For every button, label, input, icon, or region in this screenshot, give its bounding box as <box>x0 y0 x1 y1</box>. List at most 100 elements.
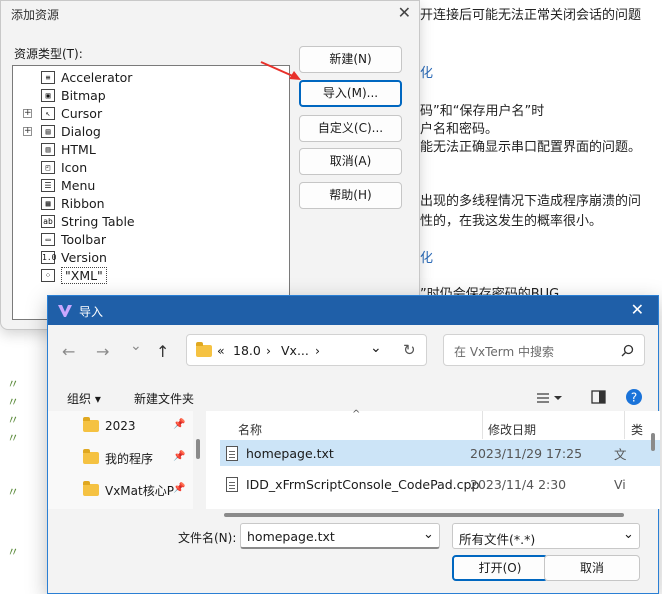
tree-item[interactable]: ☰ Menu <box>13 176 95 194</box>
filename-input[interactable]: homepage.txt ⌄ <box>240 523 440 549</box>
cancel-button[interactable]: 取消 <box>544 555 640 581</box>
background-text-line: 码”和“保存用户名”时 <box>420 104 545 119</box>
nav-item-label: 我的程序 <box>105 451 154 466</box>
tree-item-label: String Table <box>61 213 135 229</box>
tree-item[interactable]: ab String Table <box>13 212 135 230</box>
tree-item[interactable]: + ↖ Cursor <box>13 104 102 122</box>
file-type: Vi <box>614 476 626 492</box>
nav-item[interactable]: 2023 <box>83 414 136 438</box>
column-divider <box>482 411 483 439</box>
tree-item-label: Ribbon <box>61 195 105 211</box>
resource-type-icon: ▤ <box>41 124 55 138</box>
address-segment-1[interactable]: 18.0 <box>233 343 261 358</box>
resource-type-icon: ab <box>41 214 55 228</box>
chevron-down-icon[interactable]: ⌄ <box>423 527 434 542</box>
chevron-down-icon[interactable]: ⌄ <box>370 340 382 356</box>
tree-item[interactable]: ▦ Ribbon <box>13 194 105 212</box>
file-row[interactable]: IDD_xFrmScriptConsole_CodePad.cpp 2023/11… <box>220 471 660 497</box>
gutter-mark: 〃 <box>7 485 20 499</box>
nav-item[interactable]: VxMat核心P <box>83 478 174 502</box>
gutter-mark: 〃 <box>7 413 20 427</box>
horizontal-scrollbar[interactable] <box>224 513 624 517</box>
resource-type-icon: ▥ <box>41 142 55 156</box>
help-button[interactable]: 帮助(H) <box>299 182 402 209</box>
custom-button[interactable]: 自定义(C)... <box>299 115 402 142</box>
forward-icon[interactable]: → <box>96 342 109 361</box>
import-dialog: 导入 ✕ ← → ⌄ ↑ « 18.0 › Vx... › ⌄ ↻ 在 VxTe… <box>47 295 660 594</box>
resource-type-tree[interactable]: ≡ Accelerator ▣ Bitmap + ↖ Cursor + ▤ Dialog ▥ HTML… <box>12 65 290 320</box>
tree-item[interactable]: ▣ Bitmap <box>13 86 106 104</box>
search-icon[interactable] <box>621 344 634 357</box>
file-type-value: 所有文件(*.*) <box>459 532 536 547</box>
scrollbar[interactable] <box>196 439 200 459</box>
tree-item[interactable]: ≡ Accelerator <box>13 68 132 86</box>
new-folder-button[interactable]: 新建文件夹 <box>134 390 194 407</box>
tree-item[interactable]: ▭ Toolbar <box>13 230 106 248</box>
file-date: 2023/11/4 2:30 <box>470 476 567 492</box>
tree-item-label: Bitmap <box>61 87 106 103</box>
column-divider <box>624 411 625 439</box>
organize-button[interactable]: 组织 ▾ <box>67 390 101 407</box>
tree-item-label: Cursor <box>61 105 103 121</box>
resource-type-icon: ↖ <box>41 106 55 120</box>
pin-icon[interactable]: 📌 <box>173 419 185 430</box>
recent-locations-icon[interactable]: ⌄ <box>130 338 142 354</box>
add-resource-dialog: 添加资源 ✕ 资源类型(T): ≡ Accelerator ▣ Bitmap + ↖ Cur… <box>0 0 420 330</box>
pin-icon[interactable]: 📌 <box>173 451 185 462</box>
view-options-icon[interactable] <box>537 392 563 404</box>
refresh-icon[interactable]: ↻ <box>403 341 416 359</box>
file-icon <box>226 476 238 492</box>
address-segment-2[interactable]: Vx... <box>281 343 309 358</box>
help-icon[interactable]: ? <box>625 388 643 406</box>
tree-item[interactable]: + ▤ Dialog <box>13 122 101 140</box>
back-icon[interactable]: ← <box>62 342 75 361</box>
address-bar[interactable]: « 18.0 › Vx... › ⌄ ↻ <box>186 334 427 366</box>
close-icon[interactable]: ✕ <box>398 3 411 22</box>
pin-icon[interactable]: 📌 <box>173 483 185 494</box>
chevron-down-icon[interactable]: ⌄ <box>623 527 634 542</box>
address-separator: › <box>266 343 271 358</box>
search-input[interactable]: 在 VxTerm 中搜索 <box>443 334 645 366</box>
preview-pane-icon[interactable] <box>591 390 606 404</box>
new-button[interactable]: 新建(N) <box>299 46 402 73</box>
address-overflow[interactable]: « <box>217 343 225 358</box>
background-text-line: 化 <box>420 66 434 81</box>
open-button[interactable]: 打开(O) <box>452 555 548 581</box>
file-name: IDD_xFrmScriptConsole_CodePad.cpp <box>246 476 480 492</box>
background-text-line: 出现的多线程情况下造成程序崩溃的问 <box>420 194 642 209</box>
column-header-name[interactable]: 名称 <box>238 421 262 438</box>
cancel-button[interactable]: 取消(A) <box>299 148 402 175</box>
address-separator: › <box>315 343 320 358</box>
tree-item-label: Toolbar <box>61 231 107 247</box>
scrollbar[interactable] <box>651 433 655 451</box>
gutter-mark: 〃 <box>7 545 20 559</box>
background-text-line: 户名和密码。 <box>420 122 499 137</box>
file-type-select[interactable]: 所有文件(*.*) ⌄ <box>452 523 640 549</box>
tree-item-label: "XML" <box>61 266 107 284</box>
file-row[interactable]: homepage.txt 2023/11/29 17:25 文 <box>220 440 660 466</box>
filename-label: 文件名(N): <box>178 531 237 545</box>
column-header-date[interactable]: 修改日期 <box>488 421 536 438</box>
folder-icon <box>83 481 99 496</box>
folder-icon <box>83 417 99 432</box>
expand-icon[interactable]: + <box>23 108 32 118</box>
nav-item-label: 2023 <box>105 419 136 433</box>
dialog-title: 导入 <box>79 305 104 319</box>
resource-type-icon: 1.0 <box>41 250 57 264</box>
import-button[interactable]: 导入(M)... <box>299 80 402 107</box>
nav-item[interactable]: 我的程序 <box>83 446 153 470</box>
expand-icon[interactable]: + <box>23 126 32 136</box>
tree-item[interactable]: ⁘ "XML" <box>13 266 107 284</box>
tree-item-label: Menu <box>61 177 96 193</box>
close-icon[interactable]: ✕ <box>631 300 644 319</box>
column-header-type[interactable]: 类 <box>631 421 643 438</box>
filename-value: homepage.txt <box>247 529 335 544</box>
title-bar: 导入 ✕ <box>48 296 658 325</box>
background-text-line: 开连接后可能无法正常关闭会话的问题 <box>420 8 642 23</box>
tree-item[interactable]: ▥ HTML <box>13 140 96 158</box>
up-icon[interactable]: ↑ <box>156 342 169 361</box>
tree-item[interactable]: 1.0 Version <box>13 248 107 266</box>
file-name: homepage.txt <box>246 445 334 461</box>
tree-item[interactable]: ◰ Icon <box>13 158 87 176</box>
app-logo-icon <box>58 305 72 317</box>
